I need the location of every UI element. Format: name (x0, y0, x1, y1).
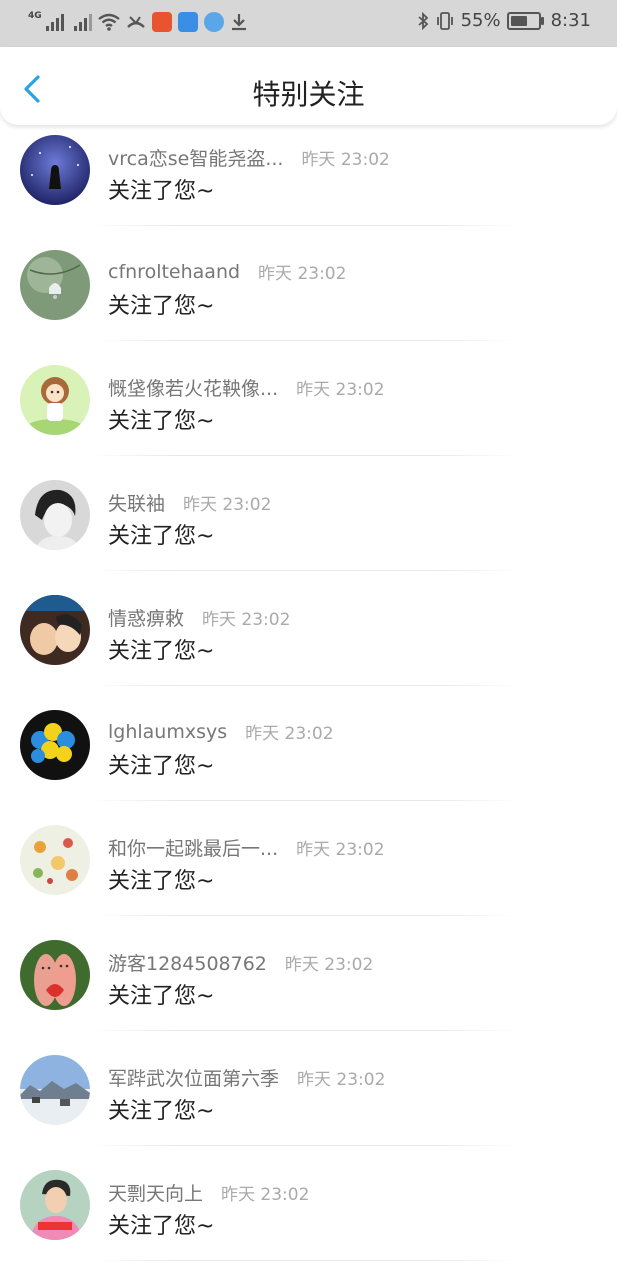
couple-avatar[interactable] (20, 595, 90, 665)
vibrate-icon (436, 11, 453, 30)
timestamp: 昨天 23:02 (183, 495, 272, 515)
boy-shirt-avatar[interactable] (20, 1170, 90, 1240)
top-app-bar: 特别关注 (0, 47, 617, 125)
bw-portrait-avatar[interactable] (20, 480, 90, 550)
user-name: vrca恋se智能尧盗... (108, 148, 284, 170)
list-item[interactable]: 慨垡像若火花鞅像... 昨天 23:02 关注了您~ (0, 355, 617, 470)
timestamp: 昨天 23:02 (245, 724, 334, 744)
food-avatar[interactable] (20, 825, 90, 895)
notification-text: 关注了您~ (108, 754, 215, 779)
user-name: 慨垡像若火花鞅像... (108, 378, 279, 400)
battery-icon (506, 11, 544, 30)
timestamp: 昨天 23:02 (296, 840, 385, 860)
user-name: 天剽天向上 (108, 1183, 204, 1205)
notification-text: 关注了您~ (108, 1214, 215, 1239)
user-name: 失联袖 (108, 493, 166, 515)
user-name: 情惑痹敕 (108, 608, 185, 630)
list-item[interactable]: lghlaumxsys 昨天 23:02 关注了您~ (0, 700, 617, 815)
divider (90, 1260, 520, 1261)
timestamp: 昨天 23:02 (202, 610, 291, 630)
timestamp: 昨天 23:02 (296, 380, 385, 400)
balloons-avatar[interactable] (20, 710, 90, 780)
user-name: cfnroltehaand (108, 260, 241, 283)
timestamp: 昨天 23:02 (301, 150, 390, 170)
list-item[interactable]: cfnroltehaand 昨天 23:02 关注了您~ (0, 240, 617, 355)
divider (90, 1145, 520, 1146)
follower-list: vrca恋se智能尧盗... 昨天 23:02 关注了您~ cfnrolteha… (0, 125, 617, 1275)
network-label: 4G (28, 11, 42, 21)
notification-text: 关注了您~ (108, 1099, 215, 1124)
status-bar: 4G 55% 8:31 (0, 0, 617, 47)
notification-text: 关注了您~ (108, 639, 215, 664)
page-title: 特别关注 (252, 78, 365, 111)
user-name: 军跸武次位面第六季 (108, 1068, 280, 1090)
list-item[interactable]: 失联袖 昨天 23:02 关注了您~ (0, 470, 617, 585)
list-item[interactable]: 情惑痹敕 昨天 23:02 关注了您~ (0, 585, 617, 700)
notification-text: 关注了您~ (108, 409, 215, 434)
missed-call-icon (126, 16, 145, 28)
signal-icon (73, 13, 92, 31)
notification-text: 关注了您~ (108, 294, 215, 319)
clock: 8:31 (550, 10, 591, 31)
list-item[interactable]: 天剽天向上 昨天 23:02 关注了您~ (0, 1160, 617, 1275)
divider (90, 1030, 520, 1031)
finger-faces-avatar[interactable] (20, 940, 90, 1010)
timestamp: 昨天 23:02 (258, 264, 347, 284)
list-item[interactable]: 游客1284508762 昨天 23:02 关注了您~ (0, 930, 617, 1045)
notification-text: 关注了您~ (108, 869, 215, 894)
wifi-icon (97, 13, 120, 31)
divider (90, 455, 520, 456)
user-name: 和你一起跳最后一... (108, 838, 279, 860)
cartoon-girl-avatar[interactable] (20, 365, 90, 435)
timestamp: 昨天 23:02 (297, 1070, 386, 1090)
timestamp: 昨天 23:02 (221, 1185, 310, 1205)
list-item[interactable]: vrca恋se智能尧盗... 昨天 23:02 关注了您~ (0, 125, 617, 240)
divider (90, 685, 520, 686)
user-name: lghlaumxsys (108, 720, 228, 743)
download-icon (231, 14, 246, 31)
notification-text: 关注了您~ (108, 524, 215, 549)
bell-plant-avatar[interactable] (20, 250, 90, 320)
signal-icon (45, 13, 64, 31)
divider (90, 225, 520, 226)
divider (90, 340, 520, 341)
browser-icon (203, 12, 224, 32)
timestamp: 昨天 23:02 (284, 955, 374, 975)
app-ting-icon (151, 12, 172, 32)
snow-town-avatar[interactable] (20, 1055, 90, 1125)
bluetooth-icon (417, 11, 428, 30)
night-sky-avatar[interactable] (20, 135, 90, 205)
divider (90, 570, 520, 571)
list-item[interactable]: 军跸武次位面第六季 昨天 23:02 关注了您~ (0, 1045, 617, 1160)
shield-icon (177, 12, 198, 32)
divider (90, 915, 520, 916)
notification-text: 关注了您~ (108, 179, 215, 204)
battery-percent: 55% (460, 10, 501, 31)
divider (90, 800, 520, 801)
user-name: 游客1284508762 (108, 953, 267, 975)
list-item[interactable]: 和你一起跳最后一... 昨天 23:02 关注了您~ (0, 815, 617, 930)
notification-text: 关注了您~ (108, 984, 215, 1009)
